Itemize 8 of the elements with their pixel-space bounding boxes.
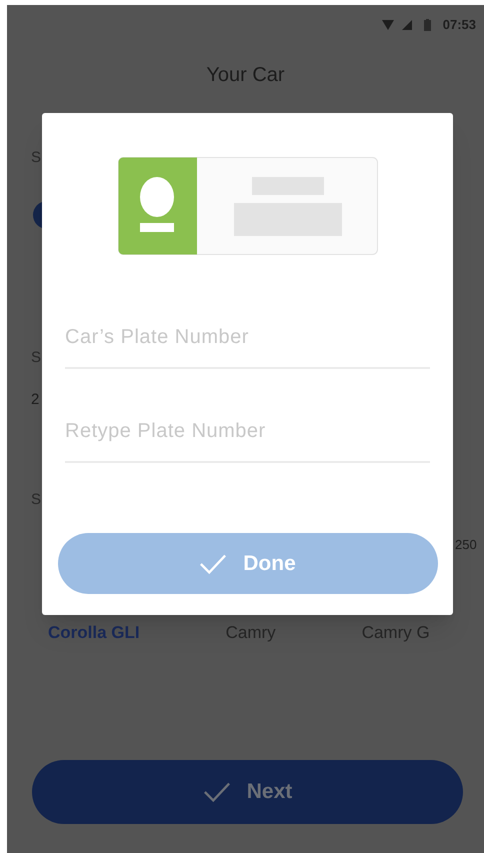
signal-icon <box>402 20 412 30</box>
battery-icon <box>424 19 431 31</box>
checkmark-icon <box>202 781 231 803</box>
wifi-icon <box>382 20 394 30</box>
checkmark-icon <box>199 552 228 574</box>
screen-title: Your Car <box>206 63 285 88</box>
model-tab[interactable]: Corolla GLI <box>48 620 140 646</box>
next-button[interactable]: Next <box>32 760 463 824</box>
